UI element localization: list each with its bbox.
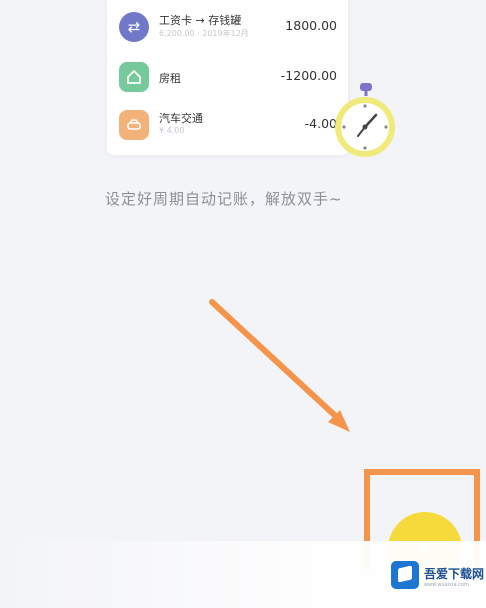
transaction-card: ⇄ 工资卡 → 存钱罐 6,200.00 · 2019年12月 1800.00 … [107,0,348,155]
transaction-subtitle: 6,200.00 · 2019年12月 [159,29,249,38]
pointer-arrow-icon [209,299,350,432]
transaction-amount: -1200.00 [280,68,337,83]
transaction-title: 工资卡 → 存钱罐 [159,14,242,27]
transaction-amount: 1800.00 [285,18,337,33]
stopwatch-icon [335,83,395,157]
transaction-row-car[interactable]: 汽车交通 ¥ 4.00 -4.00 [107,102,348,148]
transaction-title: 汽车交通 [159,112,203,125]
transaction-row-rent[interactable]: 房租 -1200.00 [107,54,348,100]
car-icon [119,110,149,140]
transfer-icon: ⇄ [119,12,149,42]
transaction-row-transfer[interactable]: ⇄ 工资卡 → 存钱罐 6,200.00 · 2019年12月 1800.00 [107,4,348,50]
house-icon [119,62,149,92]
watermark-url: www.wuaixia.com [424,582,469,588]
watermark-logo-icon [391,561,419,589]
watermark-name: 吾爱下载网 [424,567,485,581]
transaction-title: 房租 [159,72,181,85]
feature-caption: 设定好周期自动记账，解放双手~ [105,190,343,208]
transaction-subtitle: ¥ 4.00 [159,126,185,135]
